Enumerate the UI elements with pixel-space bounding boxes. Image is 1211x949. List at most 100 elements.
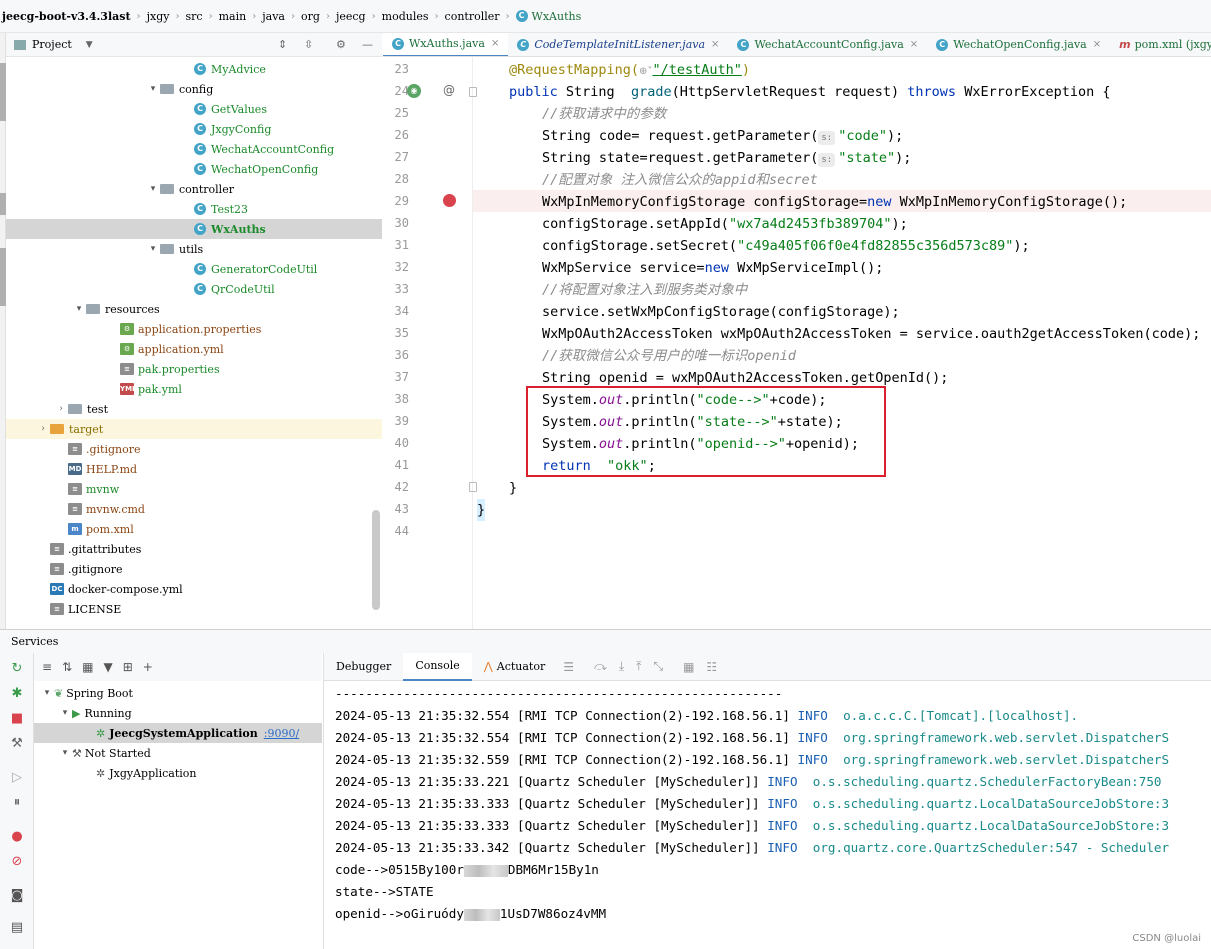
service-item-jeecg[interactable]: ✲ JeecgSystemApplication :9090/: [34, 723, 322, 743]
breadcrumb-item[interactable]: main: [219, 10, 247, 23]
collapse-all-icon[interactable]: ⇳: [304, 38, 313, 51]
fold-marker-icon[interactable]: [469, 87, 477, 97]
chevron-down-icon[interactable]: ▾: [146, 244, 160, 254]
tree-item[interactable]: ≡ .gitignore: [6, 559, 382, 579]
editor-tab[interactable]: C WechatOpenConfig.java ×: [927, 33, 1110, 56]
service-group-not-started[interactable]: ▾ ⚒ Not Started: [34, 743, 322, 763]
editor-tab[interactable]: C WxAuths.java ×: [383, 33, 509, 56]
chevron-down-icon[interactable]: ▾: [146, 184, 160, 194]
breakpoint-icon[interactable]: [443, 194, 456, 207]
service-group-spring-boot[interactable]: ▾ ❦ Spring Boot: [34, 683, 322, 703]
tree-item[interactable]: › target: [6, 419, 382, 439]
tree-item[interactable]: C MyAdvice: [6, 59, 382, 79]
tree-item[interactable]: C Test23: [6, 199, 382, 219]
code-editor[interactable]: 23 24 25 26 27 28 29 30 31 32 33 34 35 36 37 38 39 40 41 42…: [383, 57, 1211, 629]
evaluate-icon[interactable]: ▦: [683, 660, 694, 674]
code-url[interactable]: "/testAuth": [652, 62, 741, 78]
tree-item[interactable]: ≡ pak.properties: [6, 359, 382, 379]
tree-item[interactable]: ≡ mvnw: [6, 479, 382, 499]
breadcrumb-item[interactable]: java: [262, 10, 285, 23]
tree-item[interactable]: ≡ LICENSE: [6, 599, 382, 619]
project-scrollbar[interactable]: [372, 510, 380, 610]
group-icon[interactable]: ▦: [82, 660, 93, 674]
tree-item[interactable]: MD HELP.md: [6, 459, 382, 479]
spring-mapping-icon[interactable]: ◉: [407, 84, 421, 98]
tree-item[interactable]: m pom.xml: [6, 519, 382, 539]
tree-item[interactable]: ▾ utils: [6, 239, 382, 259]
tree-item[interactable]: › test: [6, 399, 382, 419]
tree-item[interactable]: ▾ resources: [6, 299, 382, 319]
camera-icon[interactable]: ◙: [9, 888, 25, 904]
menu-icon[interactable]: ☰: [563, 660, 574, 674]
rerun-icon[interactable]: ↻: [9, 661, 25, 677]
close-icon[interactable]: ×: [491, 38, 499, 49]
chevron-right-icon[interactable]: ›: [54, 404, 68, 414]
console-output[interactable]: ----------------------------------------…: [323, 681, 1211, 949]
breadcrumb-item[interactable]: modules: [382, 10, 429, 23]
tab-actuator[interactable]: ⋀ Actuator: [472, 653, 558, 681]
close-icon[interactable]: ×: [910, 39, 918, 50]
chevron-down-icon[interactable]: ▾: [72, 304, 86, 314]
tree-item[interactable]: C WechatOpenConfig: [6, 159, 382, 179]
globe-icon[interactable]: ⊕˅: [639, 66, 652, 77]
collapse-all-icon[interactable]: ⇅: [62, 660, 72, 674]
chevron-down-icon[interactable]: ▼: [86, 40, 93, 50]
view-breakpoints-icon[interactable]: ●: [9, 829, 25, 845]
tree-item[interactable]: DC docker-compose.yml: [6, 579, 382, 599]
tree-item[interactable]: ▾ controller: [6, 179, 382, 199]
breadcrumb-item[interactable]: jeecg: [336, 10, 366, 23]
tree-item[interactable]: ≡ mvnw.cmd: [6, 499, 382, 519]
expand-all-icon[interactable]: ≡: [42, 660, 52, 674]
breadcrumb-item[interactable]: jeecg-boot-v3.4.3last: [2, 10, 131, 23]
project-title[interactable]: Project: [32, 38, 72, 51]
pause-icon[interactable]: ⏸: [9, 795, 25, 811]
step-into-icon[interactable]: ⤓: [619, 659, 624, 674]
gear-icon[interactable]: ⚙: [336, 38, 346, 51]
tree-item[interactable]: C JxgyConfig: [6, 119, 382, 139]
debug-icon[interactable]: ✱: [9, 686, 25, 702]
wrench-icon[interactable]: ⚒: [9, 736, 25, 752]
editor-tab[interactable]: C CodeTemplateInitListener.java ×: [508, 33, 728, 56]
chevron-down-icon[interactable]: ▾: [146, 84, 160, 94]
trace-icon[interactable]: ☷: [706, 660, 717, 674]
annotation-at-icon[interactable]: @: [443, 83, 455, 97]
breadcrumb-item[interactable]: WxAuths: [532, 10, 582, 23]
breadcrumb-item[interactable]: controller: [445, 10, 500, 23]
tree-item[interactable]: C WechatAccountConfig: [6, 139, 382, 159]
step-out-icon[interactable]: ⤒: [636, 659, 641, 674]
minimize-icon[interactable]: —: [362, 38, 373, 51]
tree-item[interactable]: ≡ .gitignore: [6, 439, 382, 459]
tree-item[interactable]: C WxAuths: [6, 219, 382, 239]
tree-item[interactable]: C GeneratorCodeUtil: [6, 259, 382, 279]
tree-item[interactable]: ⚙ application.yml: [6, 339, 382, 359]
tree-item[interactable]: ▾ config: [6, 79, 382, 99]
mute-breakpoints-icon[interactable]: ⊘: [9, 854, 25, 870]
resume-icon[interactable]: ▷: [9, 770, 25, 786]
tab-debugger[interactable]: Debugger: [324, 653, 403, 681]
tree-item[interactable]: C QrCodeUtil: [6, 279, 382, 299]
close-icon[interactable]: ×: [1093, 39, 1101, 50]
tree-item[interactable]: YML pak.yml: [6, 379, 382, 399]
tree-item[interactable]: ≡ .gitattributes: [6, 539, 382, 559]
step-over-icon[interactable]: ⤼: [594, 659, 607, 674]
chevron-down-icon[interactable]: ▾: [40, 688, 54, 698]
stop-icon[interactable]: ■: [9, 711, 25, 727]
chevron-right-icon[interactable]: ›: [36, 424, 50, 434]
chevron-down-icon[interactable]: ▾: [58, 748, 72, 758]
run-to-cursor-icon[interactable]: ⤡: [653, 659, 663, 674]
add-icon[interactable]: +: [143, 660, 153, 674]
close-icon[interactable]: ×: [711, 39, 719, 50]
tree-item[interactable]: C GetValues: [6, 99, 382, 119]
editor-tab[interactable]: m pom.xml (jxgy): [1110, 33, 1211, 56]
breadcrumb-item[interactable]: jxgy: [147, 10, 170, 23]
service-group-running[interactable]: ▾ ▶ Running: [34, 703, 322, 723]
filter-icon[interactable]: ▼: [103, 660, 112, 674]
breadcrumb-item[interactable]: src: [185, 10, 202, 23]
tree-item[interactable]: ⚙ application.properties: [6, 319, 382, 339]
service-item-jxgy[interactable]: ✲ JxgyApplication: [34, 763, 322, 783]
breadcrumb-item[interactable]: org: [301, 10, 320, 23]
tab-console[interactable]: Console: [403, 652, 472, 681]
new-tab-icon[interactable]: ⊞: [123, 660, 133, 674]
layout-icon[interactable]: ▤: [9, 920, 25, 936]
expand-all-icon[interactable]: ⇕: [278, 38, 287, 51]
